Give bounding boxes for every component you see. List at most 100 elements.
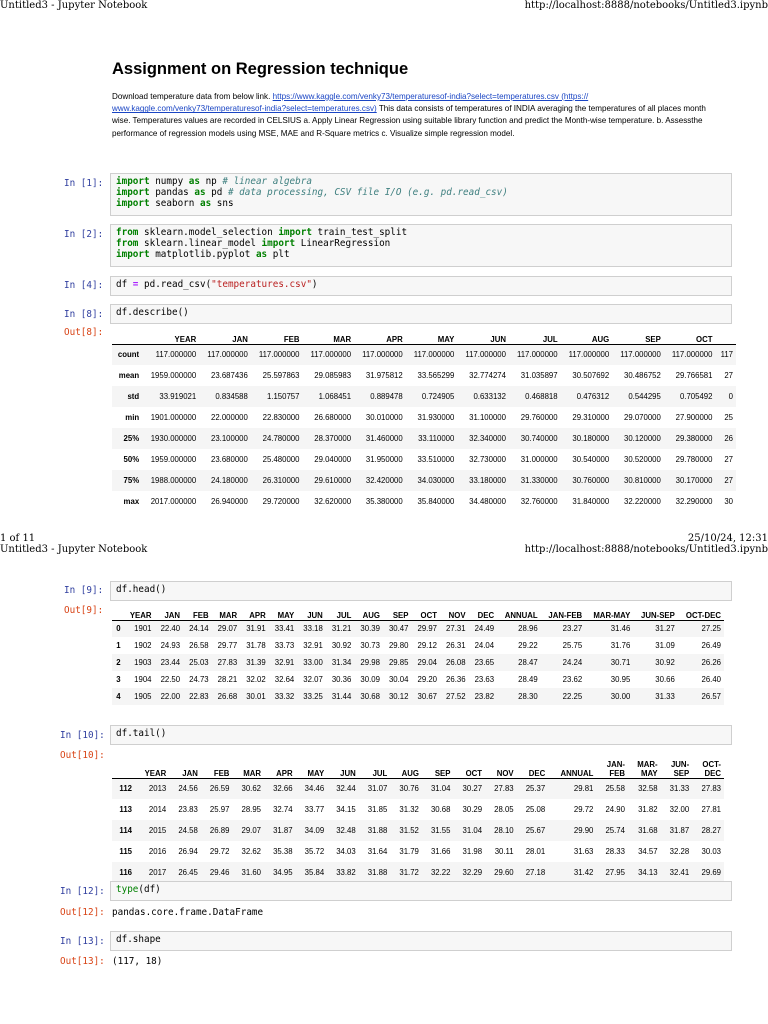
table-cell: 30.12 [382,688,412,705]
code-cell-imports[interactable]: import numpy as np # linear algebra impor… [110,173,732,216]
table-cell: 23.65 [468,654,498,671]
row-index: min [125,413,140,422]
table-cell: 31.52 [390,820,422,841]
table-cell: 30.73 [360,641,380,650]
table-cell: 28.01 [525,847,546,856]
table-cell: 1959.000000 [150,455,197,464]
input-prompt: In [13]: [60,936,105,947]
table-cell: 117.000000 [663,344,716,365]
table-cell: 29.040000 [314,455,352,464]
print-header-url: http://localhost:8888/notebooks/Untitled… [524,0,768,11]
table-cell: 30.47 [382,620,412,637]
column-header: YEAR [135,752,170,779]
row-index: 1 [116,641,121,650]
table-cell: 23.27 [540,620,586,637]
row-index: 2 [112,654,124,671]
table-cell: 23.687436 [210,371,248,380]
table-cell: 30.68 [354,688,383,705]
table-cell: 26.310000 [250,470,303,491]
table-cell: 31.85 [367,805,388,814]
code-line: import numpy as np # linear algebra [116,176,312,187]
column-header: JAN [154,606,184,621]
table-cell: 31.98 [462,847,483,856]
output-prompt: Out[10]: [60,750,105,761]
row-index: max [123,497,140,506]
column-header: SEP [382,606,412,621]
table-cell: 31.930000 [417,413,455,422]
table-cell: 117.000000 [199,344,251,365]
table-cell: 22.40 [154,620,184,637]
table-row: 3 1904 22.50 24.73 28.21 32.02 32.64 32.07 30.36… [112,671,724,688]
print-header-title: Untitled3 - Jupyter Notebook [0,0,148,11]
markdown-description: Download temperature data from below lin… [112,91,724,140]
table-cell: 30.760000 [560,470,613,491]
row-index: 115 [119,847,133,856]
table-cell: 33.18 [297,620,326,637]
input-prompt: In [2]: [64,229,104,240]
table-cell: 28.33 [605,847,625,856]
table-row: mean 1959.000000 23.687436 25.597863 29.0859… [112,365,736,386]
table-cell: 25.97 [209,805,230,814]
code-cell-shape[interactable]: df.shape [110,931,732,951]
table-cell: 26.68 [211,688,241,705]
table-row: 115 2016 26.94 29.72 32.62 35.38 35.72 34.03 31.… [112,841,724,862]
table-cell: 31.60 [232,862,264,883]
table-cell: 2014 [148,805,167,814]
table-cell: 31.79 [399,847,419,856]
table-cell: 32.220000 [623,497,661,506]
column-header: JUN [297,606,326,621]
table-cell: 27.900000 [675,413,713,422]
table-cell: 30.810000 [612,470,664,491]
table-cell: 31.82 [638,805,658,814]
column-header: ANNUAL [548,752,597,779]
table-cell: 26.58 [189,641,209,650]
table-cell: 2017 [135,862,170,883]
table-cell: 26.49 [701,641,721,650]
table-cell: 30.740000 [508,428,561,449]
table-cell: 29.766581 [675,371,713,380]
table-cell: 24.24 [540,654,586,671]
code-cell-sklearn-imports[interactable]: from sklearn.model_selection import trai… [110,224,732,267]
table-cell: 28.05 [494,805,514,814]
table-cell: 117.000000 [250,344,303,365]
code-cell-describe[interactable]: df.describe() [110,304,732,324]
table-cell: 31.55 [421,820,454,841]
table-row: 113 2014 23.83 25.97 28.95 32.74 33.77 34.15 31.… [112,799,724,820]
row-index: 3 [116,675,121,684]
code-cell-type[interactable]: type(df) [110,881,732,901]
table-cell: 32.00 [669,805,690,814]
table-cell: 23.82 [468,688,498,705]
code-cell-tail[interactable]: df.tail() [110,725,732,745]
table-cell: 1959.000000 [150,371,197,380]
table-cell: 26 [715,428,736,449]
table-cell: 27.18 [516,862,549,883]
table-cell: 0.468818 [508,386,561,407]
row-index: 4 [112,688,124,705]
table-cell: 29.07 [211,620,241,637]
table-cell: 24.90 [605,805,625,814]
input-prompt: In [12]: [60,886,105,897]
column-header: OCT-DEC [692,752,724,779]
table-cell: 32.290000 [675,497,713,506]
table-cell: 30.92 [331,641,352,650]
input-prompt: In [8]: [64,309,104,320]
table-cell: 32.41 [660,862,693,883]
code-cell-head[interactable]: df.head() [110,581,732,601]
table-cell: 30.507692 [572,371,610,380]
table-cell: 2017.000000 [150,497,197,506]
table-cell: 2013 [135,778,170,799]
code-cell-read-csv[interactable]: df = pd.read_csv("temperatures.csv") [110,276,732,296]
table-cell: 31.460000 [354,428,406,449]
table-cell: 1930.000000 [142,428,200,449]
table-cell: 23.83 [178,805,198,814]
table-cell: 24.780000 [250,428,303,449]
table-cell: 31.87 [264,820,296,841]
table-cell: 30.76 [390,778,422,799]
column-header: YEAR [142,330,200,345]
table-cell: 30.68 [430,805,451,814]
table-cell: 28.47 [497,654,541,671]
table-row: 25% 1930.000000 23.100000 24.780000 28.37000… [112,428,736,449]
table-cell: 29.12 [417,641,437,650]
column-header: DEC [516,752,549,779]
column-header: OCT [411,606,440,621]
